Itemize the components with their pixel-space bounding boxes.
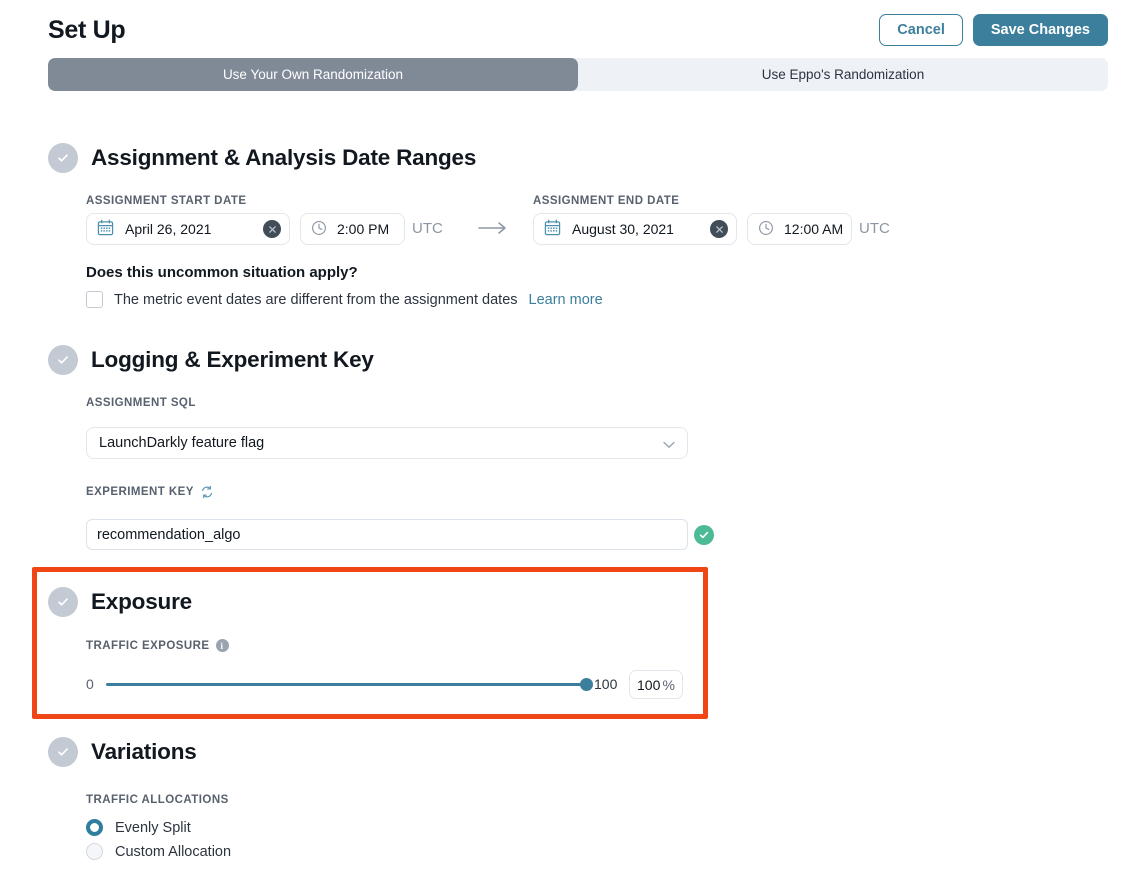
radio-evenly-split[interactable] [86,819,103,836]
section-title-date-ranges: Assignment & Analysis Date Ranges [91,145,476,171]
check-circle-icon [48,737,78,767]
section-header-date-ranges: Assignment & Analysis Date Ranges [48,143,476,173]
assignment-end-time-value: 12:00 AM [784,221,843,237]
date-range-arrow-icon [475,210,511,246]
label-assignment-sql: ASSIGNMENT SQL [86,397,196,409]
assignment-sql-select[interactable]: LaunchDarkly feature flag [86,427,688,459]
start-timezone-label: UTC [412,220,443,237]
setup-page: Set Up Cancel Save Changes Use Your Own … [0,0,1128,870]
chevron-down-icon [662,438,676,454]
metric-event-dates-checkbox[interactable] [86,291,103,308]
cancel-button[interactable]: Cancel [879,14,963,46]
assignment-start-date-value: April 26, 2021 [125,221,211,237]
check-circle-icon [48,587,78,617]
radio-label-custom-allocation: Custom Allocation [115,844,231,860]
clear-start-date-icon[interactable] [263,220,281,238]
refresh-icon[interactable] [200,485,214,499]
learn-more-link[interactable]: Learn more [529,292,603,308]
assignment-end-date-value: August 30, 2021 [572,221,674,237]
clear-end-date-icon[interactable] [710,220,728,238]
experiment-key-input[interactable]: recommendation_algo [86,519,688,550]
experiment-key-value: recommendation_algo [97,527,240,543]
section-title-logging: Logging & Experiment Key [91,347,374,373]
clock-icon [311,220,327,239]
calendar-icon [97,219,114,239]
assignment-start-time-value: 2:00 PM [337,221,389,237]
tab-use-your-own-randomization[interactable]: Use Your Own Randomization [48,58,578,91]
radio-option-evenly-split[interactable]: Evenly Split [86,819,191,836]
label-assignment-end-date: ASSIGNMENT END DATE [533,195,679,207]
traffic-exposure-value: 100 [637,677,660,693]
assignment-start-date-input[interactable]: April 26, 2021 [86,213,290,245]
assignment-end-date-input[interactable]: August 30, 2021 [533,213,737,245]
section-header-logging: Logging & Experiment Key [48,345,374,375]
tab-use-eppos-randomization[interactable]: Use Eppo's Randomization [578,58,1108,91]
experiment-key-valid-icon [694,525,714,545]
label-experiment-key: EXPERIMENT KEY [86,485,214,499]
traffic-exposure-slider-group: 0 100 [86,672,617,696]
label-traffic-exposure: TRAFFIC EXPOSURE i [86,639,229,652]
traffic-exposure-value-input[interactable]: 100 % [629,670,683,699]
section-header-variations: Variations [48,737,197,767]
slider-min-label: 0 [86,676,106,692]
slider-thumb[interactable] [580,678,593,691]
label-traffic-allocations: TRAFFIC ALLOCATIONS [86,794,229,806]
label-assignment-start-date: ASSIGNMENT START DATE [86,195,246,207]
percent-symbol: % [663,677,675,693]
section-header-exposure: Exposure [48,587,192,617]
assignment-start-time-input[interactable]: 2:00 PM [300,213,405,245]
assignment-sql-value: LaunchDarkly feature flag [99,435,264,451]
check-circle-icon [48,345,78,375]
info-icon[interactable]: i [216,639,229,652]
section-title-exposure: Exposure [91,589,192,615]
assignment-end-time-input[interactable]: 12:00 AM [747,213,852,245]
randomization-tabs: Use Your Own Randomization Use Eppo's Ra… [48,58,1108,91]
section-title-variations: Variations [91,739,197,765]
clock-icon [758,220,774,239]
slider-max-label: 100 [594,676,617,692]
save-changes-button[interactable]: Save Changes [973,14,1108,46]
metric-event-dates-label: The metric event dates are different fro… [114,292,518,308]
radio-label-evenly-split: Evenly Split [115,820,191,836]
traffic-exposure-slider[interactable] [106,672,590,696]
slider-rail [106,683,590,686]
calendar-icon [544,219,561,239]
uncommon-situation-question: Does this uncommon situation apply? [86,264,358,281]
end-timezone-label: UTC [859,220,890,237]
radio-option-custom-allocation[interactable]: Custom Allocation [86,843,231,860]
header-actions: Cancel Save Changes [879,14,1108,46]
page-title: Set Up [48,16,125,45]
radio-custom-allocation[interactable] [86,843,103,860]
page-header: Set Up Cancel Save Changes [0,0,1128,56]
check-circle-icon [48,143,78,173]
metric-event-dates-row[interactable]: The metric event dates are different fro… [86,291,603,308]
